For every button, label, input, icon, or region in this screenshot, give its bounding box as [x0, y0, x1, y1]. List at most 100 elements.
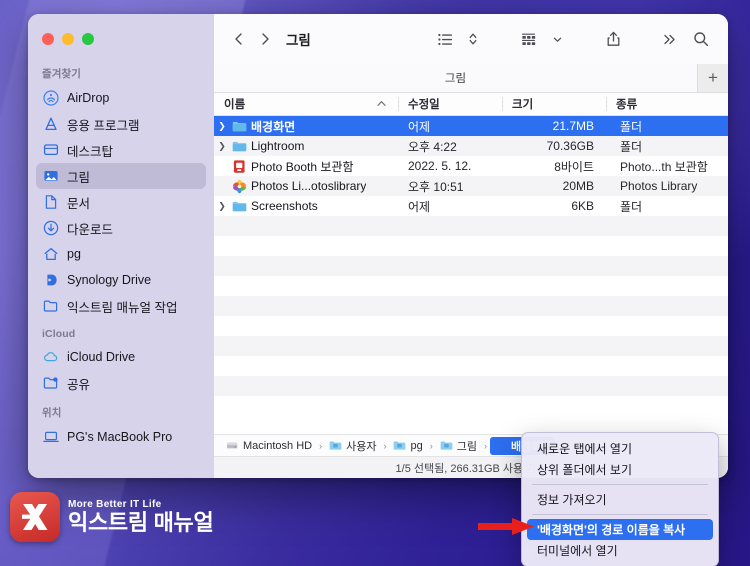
harddisk-icon — [226, 439, 239, 452]
path-segment-pg[interactable]: pg — [389, 438, 426, 453]
file-kind-cell: 폴더 — [620, 199, 643, 214]
column-header-kind[interactable]: 종류 — [606, 93, 728, 115]
forward-button[interactable] — [252, 26, 278, 52]
disclosure-triangle-icon[interactable]: ❯ — [216, 141, 228, 152]
finder-main: 그림 그림 + 이름 수정일 크기 종류 ❯ 배경화면 어제 21.7MB 폴더… — [214, 14, 728, 478]
context-menu[interactable]: 새로운 탭에서 열기 상위 폴더에서 보기정보 가져오기 '배경화면'의 경로 이름… — [521, 432, 719, 566]
disclosure-triangle-icon[interactable]: ❯ — [216, 201, 228, 212]
file-date-cell: 어제 — [408, 119, 431, 134]
sidebar-item-데스크탑[interactable]: 데스크탑 — [36, 137, 206, 163]
table-row[interactable]: ❯ Lightroom 오후 4:22 70.36GB 폴더 — [214, 136, 728, 156]
sidebar-item-synology-drive[interactable]: Synology Drive — [36, 267, 206, 293]
synology-icon — [42, 272, 59, 289]
path-segment-label: Macintosh HD — [243, 439, 313, 452]
sidebar-item-공유[interactable]: 공유 — [36, 370, 206, 396]
downloads-icon — [42, 220, 59, 237]
column-header-date[interactable]: 수정일 — [398, 93, 502, 115]
sidebar-item-pg's-macbook-pro[interactable]: PG's MacBook Pro — [36, 424, 206, 450]
sidebar-item-다운로드[interactable]: 다운로드 — [36, 215, 206, 241]
sidebar-item-응용-프로그램[interactable]: 응용 프로그램 — [36, 111, 206, 137]
menu-item[interactable]: 정보 가져오기 — [527, 489, 713, 510]
menu-item[interactable]: '배경화면'의 경로 이름을 복사 — [527, 519, 713, 540]
file-name-label: Photos Li...otoslibrary — [251, 179, 367, 193]
double-chevron-right-icon[interactable] — [656, 26, 682, 52]
back-button[interactable] — [226, 26, 252, 52]
folder-icon — [42, 298, 59, 315]
file-date-cell: 오후 4:22 — [408, 139, 457, 154]
group-by-controls[interactable] — [516, 26, 570, 52]
chevron-updown-icon[interactable] — [460, 26, 486, 52]
file-name-cell: Photo Booth 보관함 — [214, 158, 398, 175]
sidebar-item-label: iCloud Drive — [67, 350, 136, 364]
laptop-icon — [42, 429, 59, 446]
table-row[interactable]: Photos Li...otoslibrary 오후 10:51 20MB Photo… — [214, 176, 728, 196]
path-separator-icon: › — [429, 440, 433, 451]
sidebar-item-icloud-drive[interactable]: iCloud Drive — [36, 344, 206, 370]
empty-row — [214, 236, 728, 256]
home-folder-icon — [393, 439, 406, 452]
file-kind-cell: Photo...th 보관함 — [620, 159, 708, 174]
sidebar-item-문서[interactable]: 문서 — [36, 189, 206, 215]
menu-item[interactable]: 새로운 탭에서 열기 — [527, 438, 713, 459]
close-button[interactable] — [42, 33, 54, 45]
empty-row — [214, 296, 728, 316]
path-segment-사용자[interactable]: 사용자 — [325, 437, 380, 455]
toolbar-title: 그림 — [286, 33, 311, 48]
empty-row — [214, 276, 728, 296]
applications-icon — [42, 116, 59, 133]
sidebar-section-header: 즐겨찾기 — [42, 68, 82, 80]
file-name-label: Screenshots — [251, 199, 318, 213]
column-header-name[interactable]: 이름 — [214, 93, 398, 115]
share-icon[interactable] — [600, 26, 626, 52]
sidebar-item-pg[interactable]: pg — [36, 241, 206, 267]
list-view-icon[interactable] — [432, 26, 458, 52]
sidebar-item-label: 공유 — [67, 377, 91, 392]
home-icon — [42, 246, 59, 263]
desktop-icon — [42, 142, 59, 159]
file-date-cell: 어제 — [408, 199, 431, 214]
file-name-cell: Photos Li...otoslibrary — [214, 179, 398, 194]
documents-icon — [42, 194, 59, 211]
sidebar-item-익스트림-매뉴얼-작업[interactable]: 익스트림 매뉴얼 작업 — [36, 293, 206, 319]
pictures-folder-icon — [440, 439, 453, 452]
red-arrow-right-icon — [478, 518, 534, 535]
disclosure-triangle-icon[interactable]: ❯ — [216, 121, 228, 132]
watermark-tagline: More Better IT Life — [68, 499, 162, 511]
menu-item[interactable]: 터미널에서 열기 — [527, 540, 713, 561]
new-tab-button[interactable]: + — [698, 64, 728, 92]
column-header-size[interactable]: 크기 — [502, 93, 606, 115]
group-by-icon[interactable] — [516, 26, 542, 52]
path-segment-label: 그림 — [456, 440, 477, 453]
view-controls[interactable] — [432, 26, 486, 52]
chevron-down-icon[interactable] — [544, 26, 570, 52]
menu-item[interactable]: 상위 폴더에서 보기 — [527, 459, 713, 480]
path-segment-label: pg — [410, 439, 423, 452]
file-list[interactable]: ❯ 배경화면 어제 21.7MB 폴더 ❯ Lightroom 오후 4:22 70.36G… — [214, 116, 728, 434]
file-size-cell: 20MB — [562, 179, 594, 193]
table-row[interactable]: ❯ 배경화면 어제 21.7MB 폴더 — [214, 116, 728, 136]
icloud-icon — [42, 349, 59, 366]
search-icon[interactable] — [688, 26, 714, 52]
sidebar-item-airdrop[interactable]: AirDrop — [36, 85, 206, 111]
table-row[interactable]: ❯ Screenshots 어제 6KB 폴더 — [214, 196, 728, 216]
sidebar-item-그림[interactable]: 그림 — [36, 163, 206, 189]
path-segment-그림[interactable]: 그림 — [436, 437, 481, 455]
folder-icon — [232, 139, 247, 154]
finder-toolbar: 그림 — [214, 14, 728, 64]
path-segment-macintosh-hd[interactable]: Macintosh HD — [222, 438, 316, 453]
path-separator-icon: › — [483, 440, 487, 451]
file-name-cell: ❯ 배경화면 — [214, 118, 398, 135]
shared-folder-icon — [42, 375, 59, 392]
table-row[interactable]: Photo Booth 보관함 2022. 5. 12. 8바이트 Photo...t… — [214, 156, 728, 176]
file-kind-cell: Photos Library — [620, 179, 698, 193]
zoom-button[interactable] — [82, 33, 94, 45]
file-date-cell: 2022. 5. 12. — [408, 159, 472, 173]
tab-pictures[interactable]: 그림 — [214, 64, 698, 92]
file-name-label: Photo Booth 보관함 — [251, 159, 354, 174]
file-name-label: 배경화면 — [251, 119, 296, 134]
minimize-button[interactable] — [62, 33, 74, 45]
sidebar-item-label: 익스트림 매뉴얼 작업 — [67, 300, 178, 315]
file-date-cell: 오후 10:51 — [408, 179, 464, 194]
menu-separator — [532, 514, 708, 515]
finder-window: 즐겨찾기 AirDrop 응용 프로그램 데스크탑 그림 문서 다운로드 pg … — [28, 14, 728, 478]
